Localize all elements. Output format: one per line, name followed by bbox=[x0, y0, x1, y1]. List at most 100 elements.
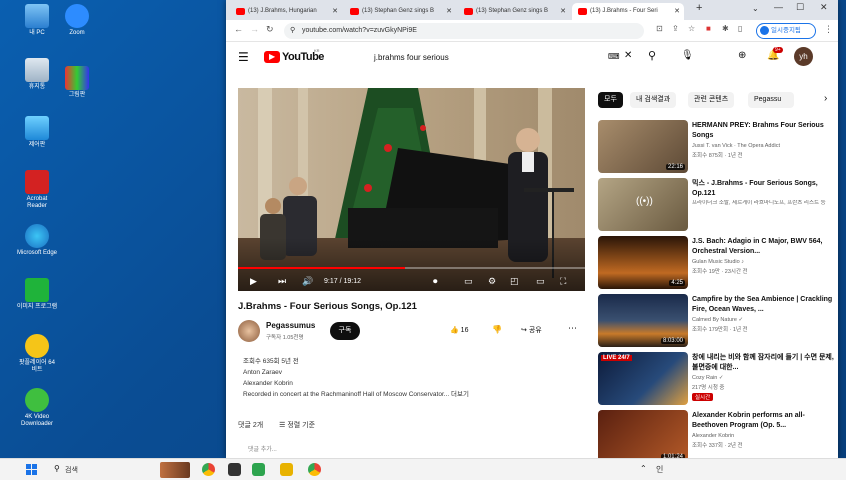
search-input[interactable]: j.brahms four serious bbox=[368, 48, 638, 68]
extensions-puzzle-icon[interactable]: ✱ bbox=[722, 24, 729, 33]
extension-icon[interactable]: ■ bbox=[706, 24, 711, 33]
recommendation-item[interactable]: 4:25 J.S. Bach: Adagio in C Major, BWV 5… bbox=[598, 236, 834, 290]
more-link[interactable]: 더보기 bbox=[451, 391, 469, 398]
reload-icon[interactable]: ↻ bbox=[266, 24, 274, 35]
url-bar[interactable]: ⚲ youtube.com/watch?v=zuvGkyNPi9E bbox=[284, 23, 644, 39]
forward-icon[interactable]: → bbox=[250, 24, 259, 34]
browser-tab[interactable]: (13) J.Brahms, Hungarian ✕ bbox=[230, 3, 342, 20]
close-window-icon[interactable]: ✕ bbox=[820, 2, 828, 13]
share-icon[interactable]: ⇪ bbox=[672, 24, 679, 33]
close-tab-icon[interactable]: ✕ bbox=[332, 3, 338, 20]
taskbar-app-icon[interactable] bbox=[252, 463, 265, 476]
next-icon[interactable]: ⏭ bbox=[278, 276, 286, 287]
recommendation-item[interactable]: 22:16 HERMANN PREY: Brahms Four Serious … bbox=[598, 120, 834, 174]
video-frame bbox=[238, 88, 585, 291]
menu-kebab-icon[interactable]: ⋮ bbox=[824, 24, 833, 35]
progress-track[interactable] bbox=[238, 267, 585, 269]
recommendation-item[interactable]: LIVE 24/7 창에 내리는 비와 함께 잠자리에 들기 | 수면 문제, … bbox=[598, 352, 834, 406]
keyboard-icon[interactable]: ⌨ bbox=[608, 52, 620, 61]
browser-tab[interactable]: (13) Stephan Genz sings B ✕ bbox=[458, 3, 570, 20]
taskbar-widget-icon[interactable] bbox=[160, 462, 190, 478]
image-program-icon[interactable]: 이미지 프로그램 bbox=[16, 278, 58, 311]
back-icon[interactable]: ← bbox=[234, 24, 243, 34]
microphone-icon[interactable]: 🎙 bbox=[681, 50, 694, 61]
new-tab-icon[interactable]: + bbox=[696, 2, 702, 14]
recommendation-item[interactable]: ((•)) 믹스 - J.Brahms - Four Serious Songs… bbox=[598, 178, 834, 232]
live-247-badge: LIVE 24/7 bbox=[601, 355, 632, 361]
4k-video-downloader-icon[interactable]: 4K Video Downloader bbox=[16, 388, 58, 428]
search-icon[interactable]: ⚲ bbox=[648, 49, 656, 62]
desktop-icon-label: 4K Video Downloader bbox=[20, 414, 54, 427]
sort-icon[interactable]: ☰ bbox=[279, 422, 285, 429]
sort-label[interactable]: 정렬 기준 bbox=[287, 422, 315, 429]
my-pc-icon[interactable]: 내 PC bbox=[16, 4, 58, 37]
edge-icon[interactable]: Microsoft Edge bbox=[16, 224, 58, 257]
minimize-icon[interactable]: — bbox=[774, 2, 783, 12]
taskbar-app-icon[interactable] bbox=[228, 463, 241, 476]
close-tab-icon[interactable]: ✕ bbox=[560, 3, 566, 20]
add-comment-input[interactable]: 댓글 추가... bbox=[248, 444, 277, 453]
autoplay-toggle-icon[interactable]: ⏺ bbox=[433, 276, 438, 287]
close-tab-icon[interactable]: ✕ bbox=[674, 3, 680, 20]
file-explorer-icon[interactable] bbox=[280, 463, 293, 476]
chrome-icon[interactable] bbox=[202, 463, 215, 476]
acrobat-reader-icon[interactable]: Acrobat Reader bbox=[16, 170, 58, 210]
video-player[interactable]: ▶ ⏭ 🔊 9:17 / 19:12 ⏺ ▭ ⚙ ◰ ▭ ⛶ bbox=[238, 88, 585, 291]
zoom-icon[interactable]: Zoom bbox=[56, 4, 98, 37]
account-avatar[interactable]: yh bbox=[794, 47, 813, 66]
recommendation-channel: Cozy Rain ✓ bbox=[692, 375, 724, 381]
miniplayer-icon[interactable]: ◰ bbox=[510, 276, 519, 287]
recommendation-item[interactable]: 1:01:24 Alexander Kobrin performs an all… bbox=[598, 410, 834, 464]
side-panel-icon[interactable]: ▯ bbox=[738, 24, 742, 33]
chip-all[interactable]: 모두 bbox=[598, 92, 623, 108]
ime-indicator[interactable]: 인 bbox=[656, 464, 663, 475]
settings-gear-icon[interactable]: ⚙ bbox=[488, 276, 496, 287]
more-actions-icon[interactable]: ⋯ bbox=[568, 323, 577, 334]
site-info-icon[interactable]: ⚲ bbox=[290, 23, 295, 39]
channel-row: Pegassumus 구독자 1.05천명 구독 👍 16 👎 ↪ 공유 ⋯ bbox=[238, 320, 588, 344]
maximize-icon[interactable]: ☐ bbox=[796, 2, 804, 13]
chip-related[interactable]: 관련 콘텐츠 bbox=[688, 92, 735, 108]
hamburger-menu-icon[interactable]: ☰ bbox=[238, 50, 249, 64]
browser-tab-active[interactable]: (13) J.Brahms - Four Seri ✕ bbox=[572, 3, 684, 20]
youtube-favicon-icon bbox=[578, 8, 587, 15]
share-button[interactable]: ↪ 공유 bbox=[521, 323, 542, 339]
tray-chevron-icon[interactable]: ⌃ bbox=[640, 464, 647, 473]
volume-icon[interactable]: 🔊 bbox=[302, 276, 313, 287]
browser-tab[interactable]: (13) Stephan Genz sings B ✕ bbox=[344, 3, 456, 20]
chrome-icon[interactable] bbox=[308, 463, 321, 476]
recommendation-item[interactable]: 8:03:00 Campfire by the Sea Ambience | C… bbox=[598, 294, 834, 348]
taskbar-search-label[interactable]: 검색 bbox=[65, 465, 78, 475]
potplayer-icon[interactable]: 팟플레이어 64 비트 bbox=[16, 334, 58, 374]
recycle-bin-icon[interactable]: 휴지통 bbox=[16, 58, 58, 91]
windows-start-icon[interactable] bbox=[26, 464, 37, 475]
chip-my-results[interactable]: 내 검색결과 bbox=[630, 92, 677, 108]
clear-search-icon[interactable]: ✕ bbox=[624, 50, 632, 61]
play-icon[interactable]: ▶ bbox=[250, 276, 257, 287]
description-box[interactable]: 조회수 635회 5년 전 Anton Zaraev Alexander Kob… bbox=[238, 352, 588, 407]
subtitles-icon[interactable]: ▭ bbox=[464, 276, 473, 287]
filter-chips: 모두 내 검색결과 관련 콘텐츠 Pegassu › bbox=[598, 92, 838, 108]
chip-channel[interactable]: Pegassu bbox=[748, 92, 794, 108]
subscribe-button[interactable]: 구독 bbox=[330, 322, 360, 340]
chevron-right-icon[interactable]: › bbox=[824, 93, 827, 104]
install-icon[interactable]: ⊡ bbox=[656, 24, 663, 33]
paint-icon[interactable]: 그림판 bbox=[56, 66, 98, 99]
channel-avatar[interactable] bbox=[238, 320, 260, 342]
fullscreen-icon[interactable]: ⛶ bbox=[560, 276, 566, 287]
channel-name[interactable]: Pegassumus bbox=[266, 321, 315, 330]
create-video-icon[interactable]: ⊕ bbox=[738, 50, 746, 61]
video-thumbnail: 1:01:24 bbox=[598, 410, 688, 463]
chevron-down-icon[interactable]: ⌄ bbox=[752, 4, 759, 13]
theater-mode-icon[interactable]: ▭ bbox=[536, 276, 545, 287]
close-tab-icon[interactable]: ✕ bbox=[446, 3, 452, 20]
subscriber-count: 구독자 1.05천명 bbox=[266, 335, 304, 341]
youtube-logo-icon[interactable]: ▶ bbox=[264, 51, 280, 63]
live-badge: 실시간 bbox=[692, 393, 714, 401]
like-button[interactable]: 👍 16 bbox=[450, 323, 512, 339]
thumbs-down-icon[interactable]: 👎 bbox=[492, 325, 502, 334]
bookmark-star-icon[interactable]: ☆ bbox=[688, 24, 695, 33]
taskbar-search-icon[interactable]: ⚲ bbox=[54, 464, 60, 473]
profile-button[interactable]: 일시중지됨 bbox=[756, 23, 816, 39]
control-panel-icon[interactable]: 제어판 bbox=[16, 116, 58, 149]
